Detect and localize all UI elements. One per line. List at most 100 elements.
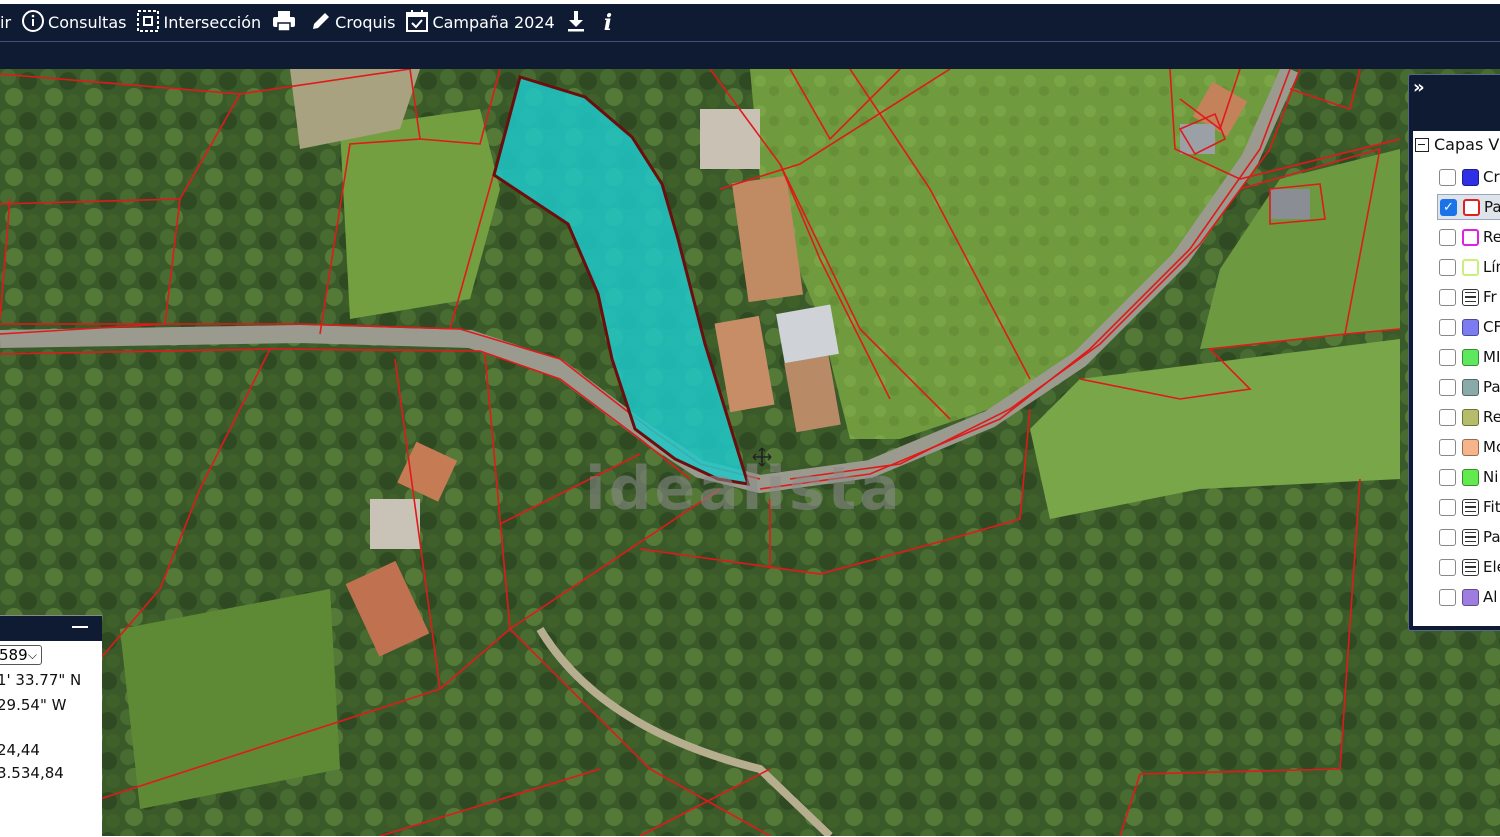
layer-checkbox[interactable] <box>1439 348 1456 366</box>
toolbar-item-imprimir[interactable]: ir <box>0 13 11 32</box>
layer-label: CF <box>1483 318 1500 336</box>
layer-label: Re <box>1483 228 1500 246</box>
layer-swatch-icon <box>1462 468 1479 486</box>
layer-label: Cr <box>1483 168 1500 186</box>
layer-swatch-icon <box>1462 258 1479 276</box>
map-canvas[interactable]: idealista <box>0 69 1500 836</box>
latitude-value: 1' 33.77" N <box>0 671 82 689</box>
layer-item[interactable]: Fr <box>1437 284 1500 310</box>
download-icon <box>565 9 590 37</box>
layer-label: MI <box>1483 348 1500 366</box>
layer-label: Al <box>1483 588 1498 606</box>
watermark: idealista <box>585 454 903 524</box>
layer-swatch-icon <box>1463 198 1480 216</box>
layer-checkbox[interactable] <box>1439 318 1456 336</box>
expand-double-chevron-icon[interactable]: » <box>1413 77 1425 98</box>
layer-checkbox[interactable] <box>1439 558 1456 576</box>
secondary-bar <box>0 42 1500 69</box>
layer-checkbox[interactable]: ✓ <box>1440 198 1457 216</box>
layer-group-label: Capas V <box>1434 135 1500 154</box>
layer-item[interactable]: ✓ Pa <box>1437 194 1500 220</box>
info-circle-icon <box>21 9 48 37</box>
layer-checkbox[interactable] <box>1439 438 1456 456</box>
srs-select-value: 589 <box>0 646 28 664</box>
info-italic-icon: i <box>603 9 613 36</box>
minimize-icon[interactable] <box>72 626 88 628</box>
layer-swatch-icon <box>1462 378 1479 396</box>
coordinates-panel-header <box>0 616 102 641</box>
layer-checkbox[interactable] <box>1439 468 1456 486</box>
layer-label: Ele <box>1483 558 1500 576</box>
coordinates-panel: 589 ⌵ 1' 33.77" N 29.54" W 24,44 3.534,8… <box>0 615 102 837</box>
layer-item[interactable]: Re <box>1437 224 1500 250</box>
legend-list-icon <box>1462 558 1479 576</box>
layer-label: Pa <box>1483 378 1500 396</box>
longitude-value: 29.54" W <box>0 696 67 714</box>
info-button[interactable]: i <box>600 10 616 36</box>
srs-select[interactable]: 589 ⌵ <box>0 645 42 665</box>
interseccion-button[interactable]: Intersección <box>136 9 261 37</box>
layer-item[interactable]: CF <box>1437 314 1500 340</box>
legend-list-icon <box>1462 288 1479 306</box>
layer-checkbox[interactable] <box>1439 288 1456 306</box>
consultas-label: Consultas <box>48 13 127 32</box>
layer-label: Re <box>1483 408 1500 426</box>
layer-checkbox[interactable] <box>1439 408 1456 426</box>
legend-list-icon <box>1462 498 1479 516</box>
consultas-button[interactable]: Consultas <box>21 9 126 37</box>
calendar-check-icon <box>405 9 432 37</box>
aerial-imagery <box>0 69 1500 836</box>
layer-item[interactable]: Pa <box>1437 374 1500 400</box>
layer-item[interactable]: Mc <box>1437 434 1500 460</box>
layer-swatch-icon <box>1462 228 1479 246</box>
layer-item[interactable]: MI <box>1437 344 1500 370</box>
layer-checkbox[interactable] <box>1439 498 1456 516</box>
y-coordinate-value: 3.534,84 <box>0 764 64 782</box>
layer-item[interactable]: Cr <box>1437 164 1500 190</box>
layer-item[interactable]: Pa <box>1437 524 1500 550</box>
x-coordinate-value: 24,44 <box>0 741 40 759</box>
layer-swatch-icon <box>1462 438 1479 456</box>
layer-label: Mc <box>1483 438 1500 456</box>
layer-label: Pa <box>1484 198 1500 216</box>
intersection-icon <box>136 9 163 37</box>
layer-swatch-icon <box>1462 168 1479 186</box>
layer-swatch-icon <box>1462 348 1479 366</box>
layer-item[interactable]: Ele <box>1437 554 1500 580</box>
layer-label: Ni <box>1483 468 1499 486</box>
pencil-icon <box>310 10 335 36</box>
croquis-button[interactable]: Croquis <box>310 10 395 36</box>
layer-item[interactable]: Lín <box>1437 254 1500 280</box>
top-toolbar: ir Consultas Intersección Croquis Campañ… <box>0 4 1500 41</box>
move-cursor-icon <box>752 447 772 467</box>
layer-label: Lín <box>1483 258 1500 276</box>
layer-checkbox[interactable] <box>1439 168 1456 186</box>
layer-item[interactable]: Fit <box>1437 494 1500 520</box>
layer-label: Fr <box>1483 288 1497 306</box>
layer-checkbox[interactable] <box>1439 528 1456 546</box>
layer-item[interactable]: Re <box>1437 404 1500 430</box>
print-icon <box>271 9 300 37</box>
layer-label: Pa <box>1483 528 1500 546</box>
campana-label: Campaña 2024 <box>432 13 555 32</box>
layer-swatch-icon <box>1462 318 1479 336</box>
layer-checkbox[interactable] <box>1439 378 1456 396</box>
layer-group-header[interactable]: Capas V <box>1415 135 1499 154</box>
croquis-label: Croquis <box>335 13 396 32</box>
layer-checkbox[interactable] <box>1439 228 1456 246</box>
legend-list-icon <box>1462 528 1479 546</box>
campana-button[interactable]: Campaña 2024 <box>405 9 555 37</box>
toolbar-label: ir <box>0 13 12 32</box>
layer-checkbox[interactable] <box>1439 258 1456 276</box>
layer-swatch-icon <box>1462 408 1479 426</box>
layers-list: Capas V Cr ✓ Pa Re Lín Fr CF MI Pa Re Mc Ni Fit Pa Ele… <box>1413 131 1500 626</box>
layer-checkbox[interactable] <box>1439 588 1456 606</box>
layer-item[interactable]: Al <box>1437 584 1500 610</box>
chevron-down-icon: ⌵ <box>27 648 37 662</box>
collapse-minus-icon[interactable] <box>1415 137 1429 152</box>
layer-item[interactable]: Ni <box>1437 464 1500 490</box>
print-button[interactable] <box>271 9 300 37</box>
interseccion-label: Intersección <box>163 13 262 32</box>
download-button[interactable] <box>565 9 590 37</box>
layer-label: Fit <box>1483 498 1500 516</box>
